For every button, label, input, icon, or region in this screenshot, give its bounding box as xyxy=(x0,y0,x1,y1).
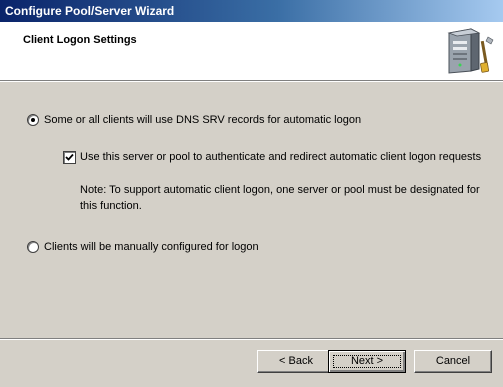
page-heading: Client Logon Settings xyxy=(23,34,137,46)
footer-divider-highlight xyxy=(0,339,503,340)
wizard-window: Configure Pool/Server Wizard Client Logo… xyxy=(0,0,503,387)
header-divider-highlight xyxy=(0,81,503,82)
note-text: Note: To support automatic client logon,… xyxy=(80,184,480,212)
back-button[interactable]: < Back xyxy=(257,350,335,373)
window-title: Configure Pool/Server Wizard xyxy=(5,4,175,18)
checkmark-icon xyxy=(65,153,74,161)
authenticate-label[interactable]: Use this server or pool to authenticate … xyxy=(80,151,481,163)
cancel-button[interactable]: Cancel xyxy=(414,350,492,373)
server-tools-icon xyxy=(447,28,494,74)
manual-label[interactable]: Clients will be manually configured for … xyxy=(44,241,259,253)
next-button-label: Next > xyxy=(350,355,384,367)
authenticate-checkbox[interactable] xyxy=(63,151,76,164)
title-bar[interactable]: Configure Pool/Server Wizard xyxy=(0,0,503,22)
cancel-button-label: Cancel xyxy=(435,355,471,367)
next-button[interactable]: Next > xyxy=(328,350,406,373)
manual-radio[interactable] xyxy=(27,241,39,253)
back-button-label: < Back xyxy=(279,355,313,367)
dns-srv-label[interactable]: Some or all clients will use DNS SRV rec… xyxy=(44,114,361,126)
dns-srv-radio[interactable] xyxy=(27,114,39,126)
wizard-header: Client Logon Settings xyxy=(0,22,503,80)
